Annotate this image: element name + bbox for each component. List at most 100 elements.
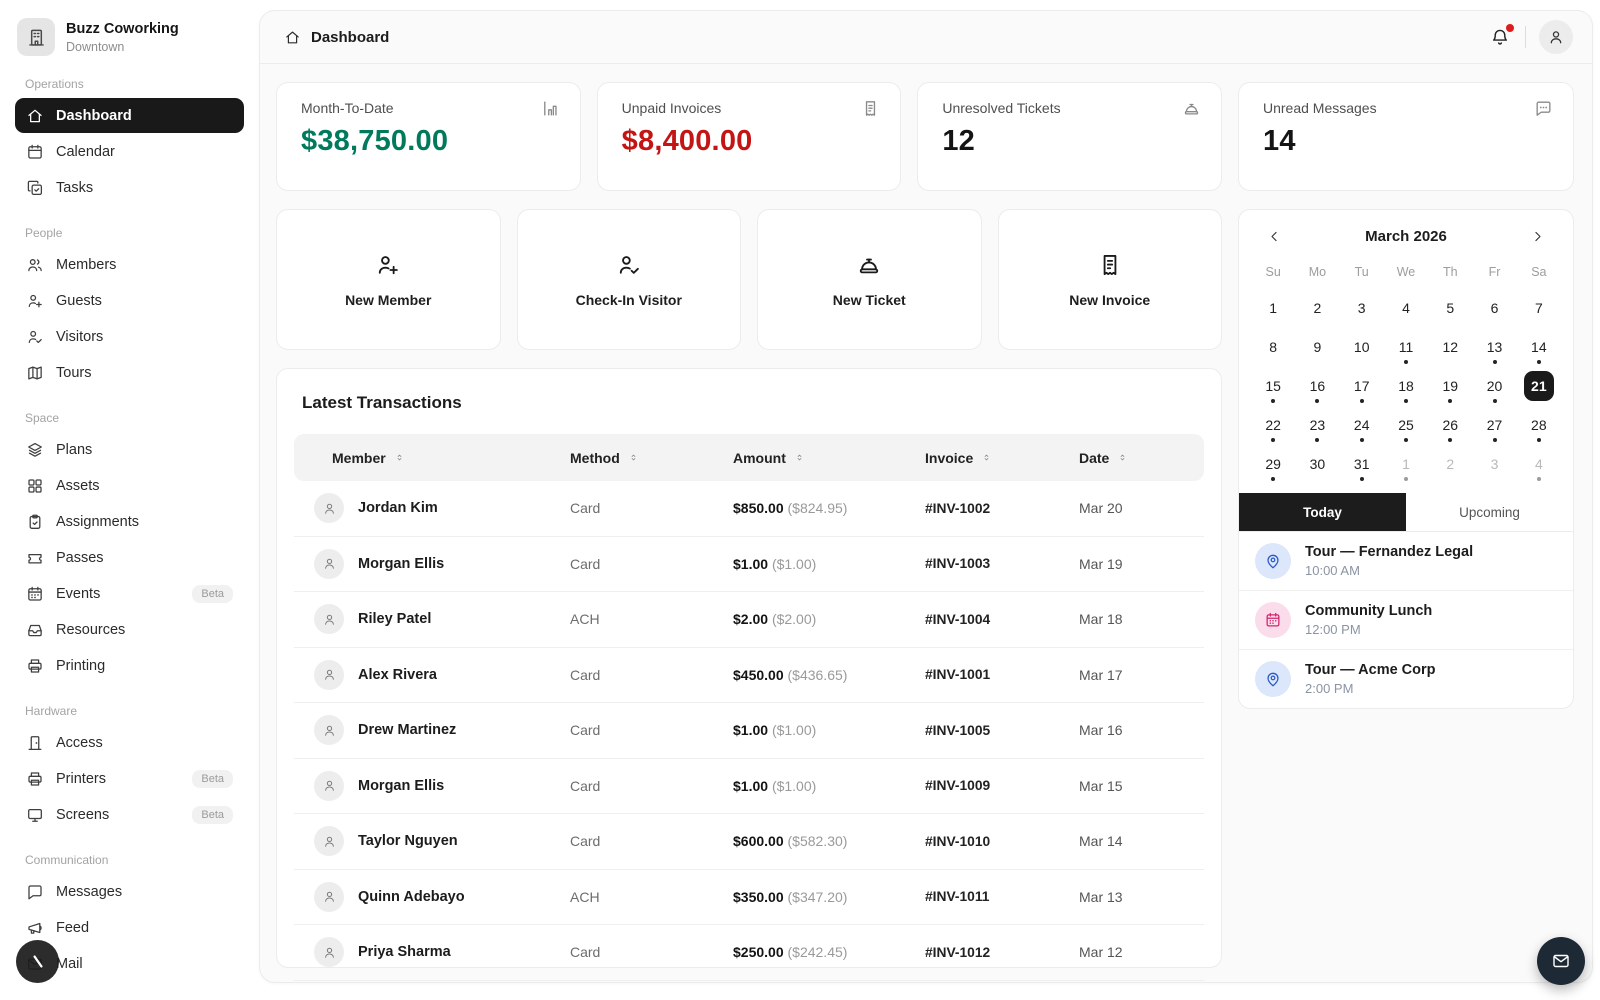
calendar-day[interactable]: 28 xyxy=(1517,405,1561,444)
column-header-amount: Amount xyxy=(733,450,925,466)
calendar-day[interactable]: 1 xyxy=(1384,444,1428,483)
sidebar-item-calendar[interactable]: Calendar xyxy=(15,134,244,169)
table-row[interactable]: Priya Sharma Card $250.00 ($242.45) #INV… xyxy=(294,925,1204,981)
user-menu-button[interactable] xyxy=(1539,20,1573,54)
calendar-day[interactable]: 23 xyxy=(1295,405,1339,444)
sidebar-item-printers[interactable]: Printers Beta xyxy=(15,761,244,796)
calendar-day[interactable]: 4 xyxy=(1384,288,1428,327)
sidebar-item-assets[interactable]: Assets xyxy=(15,468,244,503)
tab-today[interactable]: Today xyxy=(1239,493,1406,531)
calendar-day[interactable]: 5 xyxy=(1428,288,1472,327)
event-dot xyxy=(1493,438,1497,442)
prev-month-button[interactable] xyxy=(1265,227,1284,246)
column-header-method: Method xyxy=(570,450,733,466)
sidebar-item-events[interactable]: Events Beta xyxy=(15,576,244,611)
table-row[interactable]: Drew Martinez Card $1.00 ($1.00) #INV-10… xyxy=(294,703,1204,759)
calendar-day-selected[interactable]: 21 xyxy=(1517,366,1561,405)
sort-icon[interactable] xyxy=(628,452,639,463)
home-icon xyxy=(284,29,301,46)
beta-badge: Beta xyxy=(192,806,233,824)
calendar-day[interactable]: 7 xyxy=(1517,288,1561,327)
sidebar-item-visitors[interactable]: Visitors xyxy=(15,319,244,354)
table-row[interactable]: Morgan Ellis Card $1.00 ($1.00) #INV-100… xyxy=(294,759,1204,815)
calendar-day[interactable]: 11 xyxy=(1384,327,1428,366)
day-number: 15 xyxy=(1258,371,1288,401)
sidebar-item-dashboard[interactable]: Dashboard xyxy=(15,98,244,133)
workspace-logo xyxy=(17,18,55,56)
sidebar-item-printing[interactable]: Printing xyxy=(15,648,244,683)
calendar-day[interactable]: 31 xyxy=(1340,444,1384,483)
sidebar-item-resources[interactable]: Resources xyxy=(15,612,244,647)
calendar-month-label: March 2026 xyxy=(1284,228,1528,245)
calendar-day[interactable]: 10 xyxy=(1340,327,1384,366)
action-check-in-visitor-button[interactable]: Check-In Visitor xyxy=(517,209,742,350)
calendar-day[interactable]: 15 xyxy=(1251,366,1295,405)
schedule-event[interactable]: Tour — Acme Corp 2:00 PM xyxy=(1239,650,1573,708)
stat-label: Unresolved Tickets xyxy=(942,100,1197,116)
sidebar-item-screens[interactable]: Screens Beta xyxy=(15,797,244,832)
sort-icon[interactable] xyxy=(794,452,805,463)
calendar-day[interactable]: 1 xyxy=(1251,288,1295,327)
day-number: 8 xyxy=(1258,332,1288,362)
calendar-day[interactable]: 27 xyxy=(1472,405,1516,444)
schedule-event[interactable]: Community Lunch 12:00 PM xyxy=(1239,591,1573,650)
sidebar-item-access[interactable]: Access xyxy=(15,725,244,760)
sidebar-item-guests[interactable]: Guests xyxy=(15,283,244,318)
sidebar-item-messages[interactable]: Messages xyxy=(15,874,244,909)
sort-icon[interactable] xyxy=(394,452,405,463)
calendar-day[interactable]: 18 xyxy=(1384,366,1428,405)
table-row[interactable]: Jordan Kim Card $850.00 ($824.95) #INV-1… xyxy=(294,481,1204,537)
table-row[interactable]: Riley Patel ACH $2.00 ($2.00) #INV-1004 … xyxy=(294,592,1204,648)
sidebar-item-label: Screens xyxy=(56,807,109,823)
sidebar-item-label: Assets xyxy=(56,478,100,494)
calendar-day[interactable]: 3 xyxy=(1340,288,1384,327)
stat-value: $8,400.00 xyxy=(622,125,877,158)
action-new-member-button[interactable]: New Member xyxy=(276,209,501,350)
workspace-switcher[interactable]: Buzz Coworking Downtown xyxy=(17,18,242,56)
event-dot xyxy=(1404,399,1408,403)
calendar-day[interactable]: 4 xyxy=(1517,444,1561,483)
calendar-day[interactable]: 19 xyxy=(1428,366,1472,405)
calendar-day[interactable]: 13 xyxy=(1472,327,1516,366)
calendar-day[interactable]: 2 xyxy=(1295,288,1339,327)
calendar-day[interactable]: 22 xyxy=(1251,405,1295,444)
next-month-button[interactable] xyxy=(1528,227,1547,246)
action-new-invoice-button[interactable]: New Invoice xyxy=(998,209,1223,350)
calendar-day[interactable]: 26 xyxy=(1428,405,1472,444)
calendar-day[interactable]: 17 xyxy=(1340,366,1384,405)
calendar-day[interactable]: 20 xyxy=(1472,366,1516,405)
sidebar-item-feed[interactable]: Feed xyxy=(15,910,244,945)
calendar-day[interactable]: 12 xyxy=(1428,327,1472,366)
members-icon xyxy=(26,256,44,274)
table-row[interactable]: Morgan Ellis Card $1.00 ($1.00) #INV-100… xyxy=(294,537,1204,593)
calendar-day[interactable]: 16 xyxy=(1295,366,1339,405)
topbar: Dashboard xyxy=(260,11,1592,64)
calendar-day[interactable]: 2 xyxy=(1428,444,1472,483)
sort-icon[interactable] xyxy=(981,452,992,463)
sidebar-item-tasks[interactable]: Tasks xyxy=(15,170,244,205)
sidebar-item-plans[interactable]: Plans xyxy=(15,432,244,467)
action-new-ticket-button[interactable]: New Ticket xyxy=(757,209,982,350)
calendar-day[interactable]: 30 xyxy=(1295,444,1339,483)
calendar-day[interactable]: 25 xyxy=(1384,405,1428,444)
table-row[interactable]: Alex Rivera Card $450.00 ($436.65) #INV-… xyxy=(294,648,1204,704)
calendar-day[interactable]: 3 xyxy=(1472,444,1516,483)
calendar-day[interactable]: 24 xyxy=(1340,405,1384,444)
sidebar-item-tours[interactable]: Tours xyxy=(15,355,244,390)
sidebar-item-assignments[interactable]: Assignments xyxy=(15,504,244,539)
calendar-day[interactable]: 8 xyxy=(1251,327,1295,366)
tab-upcoming[interactable]: Upcoming xyxy=(1406,493,1573,531)
member-name: Morgan Ellis xyxy=(358,556,444,572)
table-row[interactable]: Taylor Nguyen Card $600.00 ($582.30) #IN… xyxy=(294,814,1204,870)
table-row[interactable]: Quinn Adebayo ACH $350.00 ($347.20) #INV… xyxy=(294,870,1204,926)
sidebar-item-passes[interactable]: Passes xyxy=(15,540,244,575)
notifications-button[interactable] xyxy=(1488,25,1512,49)
calendar-day[interactable]: 9 xyxy=(1295,327,1339,366)
calendar-day[interactable]: 14 xyxy=(1517,327,1561,366)
schedule-event[interactable]: Tour — Fernandez Legal 10:00 AM xyxy=(1239,532,1573,591)
calendar-day[interactable]: 6 xyxy=(1472,288,1516,327)
mail-fab-button[interactable] xyxy=(1537,937,1585,985)
sort-icon[interactable] xyxy=(1117,452,1128,463)
sidebar-item-members[interactable]: Members xyxy=(15,247,244,282)
calendar-day[interactable]: 29 xyxy=(1251,444,1295,483)
